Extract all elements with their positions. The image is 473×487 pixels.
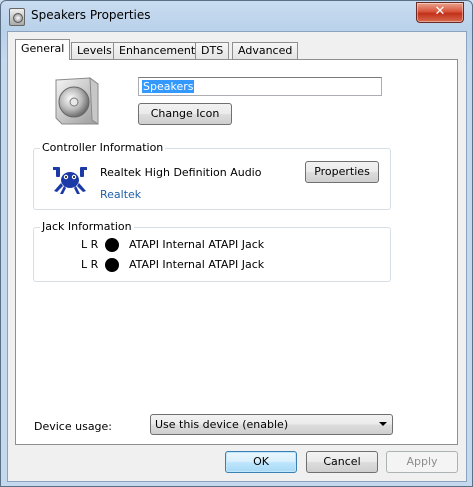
general-tab-page: Speakers Change Icon Controller Informat… <box>15 59 458 445</box>
jack-info-title: Jack Information <box>40 220 134 233</box>
jack-channels: L R <box>81 238 99 251</box>
controller-info-group: Controller Information Realtek High Defi… <box>33 141 391 210</box>
ok-button[interactable]: OK <box>225 451 297 473</box>
device-usage-value: Use this device (enable) <box>155 418 289 431</box>
speaker-icon <box>55 76 99 125</box>
close-icon: ✕ <box>434 4 446 19</box>
vendor-link[interactable]: Realtek <box>100 188 141 201</box>
realtek-crab-logo <box>53 167 87 194</box>
dialog-client-area: General Levels Enhancements DTS Advanced <box>7 31 467 482</box>
chevron-down-icon <box>379 422 387 426</box>
change-icon-button[interactable]: Change Icon <box>138 103 232 125</box>
title-bar[interactable]: Speakers Properties ✕ <box>1 1 472 31</box>
controller-info-title: Controller Information <box>40 141 166 154</box>
jack-name: ATAPI Internal ATAPI Jack <box>129 258 265 271</box>
jack-channels: L R <box>81 258 99 271</box>
jack-color-dot <box>105 258 119 272</box>
close-button[interactable]: ✕ <box>416 2 464 23</box>
tab-advanced[interactable]: Advanced <box>232 42 299 59</box>
cancel-button[interactable]: Cancel <box>306 451 378 473</box>
tab-dts[interactable]: DTS <box>195 42 230 59</box>
apply-button[interactable]: Apply <box>386 451 458 473</box>
device-name-input[interactable]: Speakers <box>138 77 382 96</box>
jack-color-dot <box>105 238 119 252</box>
jack-info-group: Jack Information L R ATAPI Internal ATAP… <box>33 220 391 282</box>
tab-general[interactable]: General <box>15 39 71 60</box>
properties-window: Speakers Properties ✕ General Levels Enh… <box>0 0 473 487</box>
controller-name: Realtek High Definition Audio <box>100 166 262 179</box>
tab-enhancements[interactable]: Enhancements <box>113 42 207 59</box>
window-title: Speakers Properties <box>31 8 151 22</box>
speaker-icon <box>9 8 25 26</box>
device-usage-select[interactable]: Use this device (enable) <box>150 414 393 435</box>
tab-levels[interactable]: Levels <box>71 42 118 59</box>
properties-button[interactable]: Properties <box>305 161 379 183</box>
device-name-value: Speakers <box>142 80 195 93</box>
device-usage-label: Device usage: <box>34 420 113 433</box>
jack-name: ATAPI Internal ATAPI Jack <box>129 238 265 251</box>
